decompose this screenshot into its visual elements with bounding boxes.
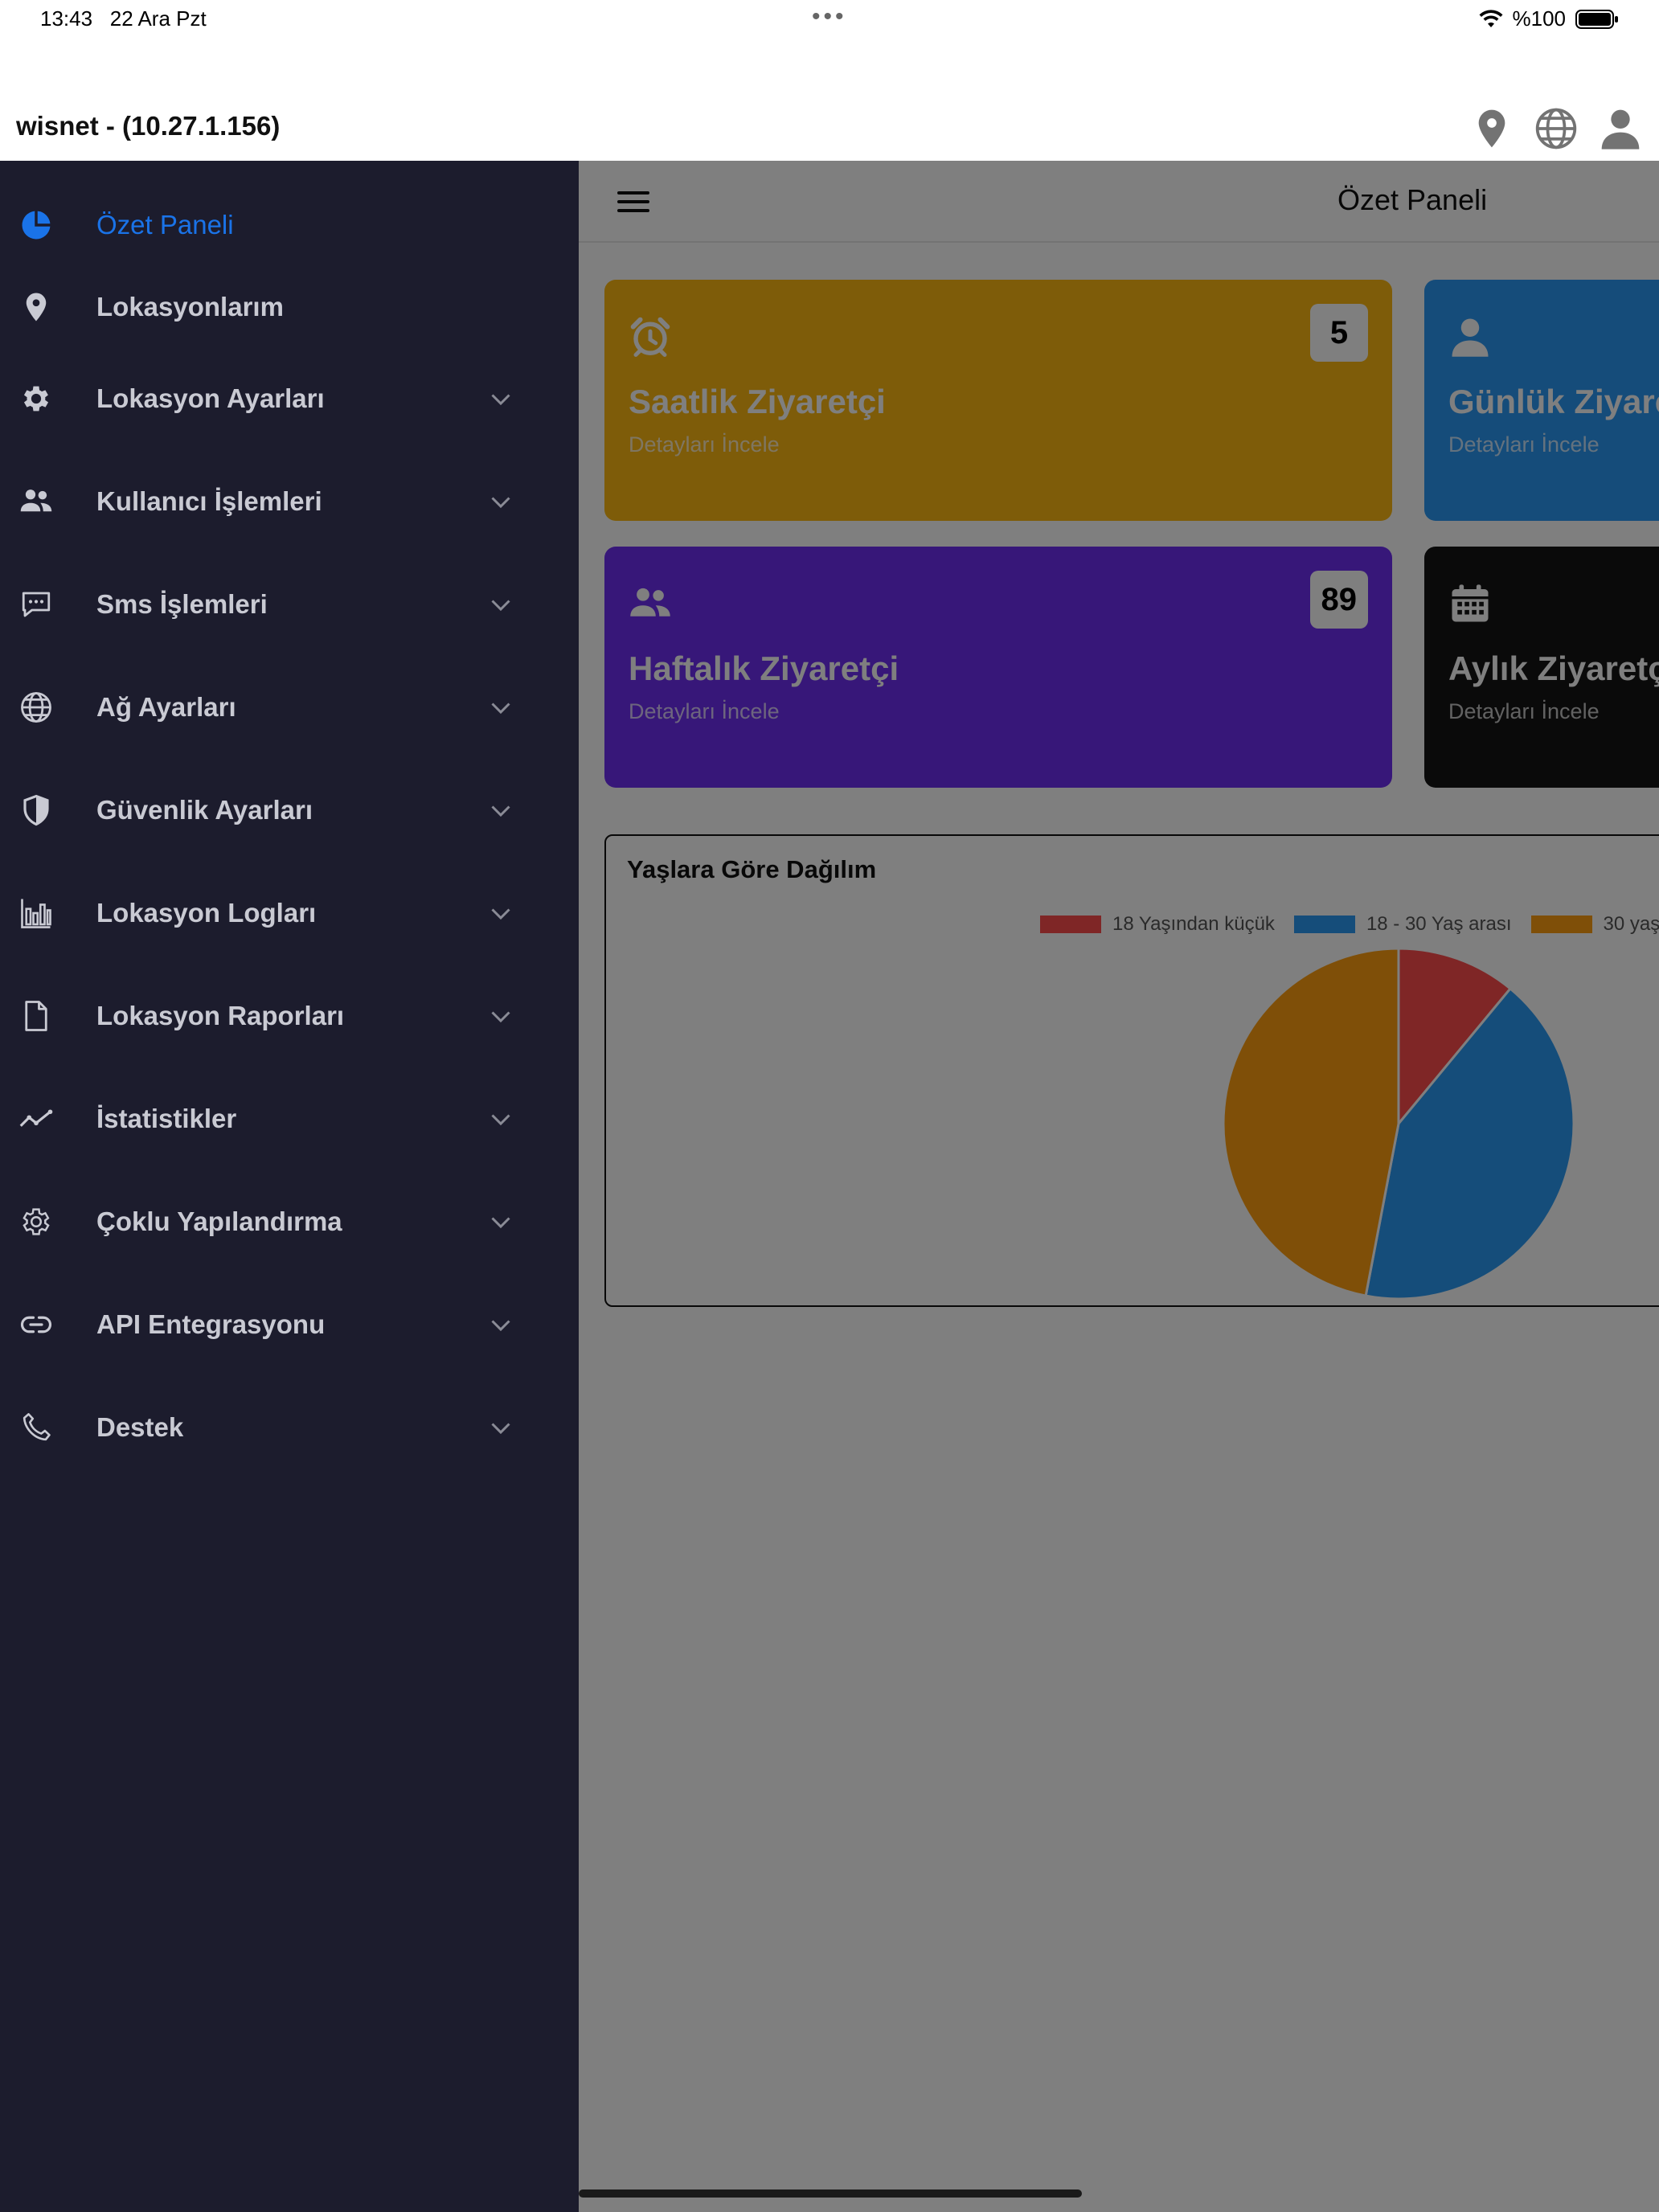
bar-chart-icon [19, 896, 53, 930]
sidebar-item-label: Sms İşlemleri [96, 589, 268, 619]
sidebar-item-lokasyon-ayarlari[interactable]: Lokasyon Ayarları [0, 358, 579, 439]
link-icon [19, 1308, 53, 1342]
chat-bubble-icon [19, 588, 53, 621]
status-clock: 13:43 [40, 6, 93, 31]
home-indicator [579, 2189, 1082, 2198]
gear-icon [19, 382, 53, 416]
sidebar-item-ag-ayarlari[interactable]: Ağ Ayarları [0, 667, 579, 748]
sidebar-item-label: Lokasyon Raporları [96, 1001, 345, 1030]
map-pin-icon[interactable] [1469, 106, 1514, 151]
sidebar-item-guvenlik-ayarlari[interactable]: Güvenlik Ayarları [0, 770, 579, 850]
map-pin-icon [19, 290, 53, 324]
sidebar-item-ozet-paneli[interactable]: Özet Paneli [0, 185, 579, 265]
globe-icon [19, 690, 53, 724]
sidebar-item-coklu-yapilandirma[interactable]: Çoklu Yapılandırma [0, 1182, 579, 1262]
shield-icon [19, 793, 53, 827]
sidebar-item-lokasyon-loglari[interactable]: Lokasyon Logları [0, 873, 579, 953]
users-icon [19, 485, 53, 518]
chevron-down-icon [491, 394, 510, 406]
sidebar-item-api-entegrasyonu[interactable]: API Entegrasyonu [0, 1284, 579, 1365]
sidebar-item-label: Çoklu Yapılandırma [96, 1206, 342, 1236]
sidebar-item-sms-islemleri[interactable]: Sms İşlemleri [0, 564, 579, 645]
sidebar-item-label: Kullanıcı İşlemleri [96, 486, 322, 516]
app-bar: wisnet - (10.27.1.156) [0, 88, 1659, 161]
status-indicators: %100 [1479, 6, 1620, 31]
app-title: wisnet - (10.27.1.156) [16, 111, 281, 141]
sidebar: Özet Paneli Lokasyonlarım Lokasyon Ayarl… [0, 161, 579, 2212]
battery-icon [1575, 9, 1618, 29]
sidebar-item-label: Ağ Ayarları [96, 692, 236, 722]
battery-percent: %100 [1512, 6, 1567, 31]
chevron-down-icon [491, 1320, 510, 1332]
sidebar-item-label: Destek [96, 1412, 184, 1442]
user-icon[interactable] [1598, 106, 1643, 151]
chevron-down-icon [491, 1011, 510, 1023]
chevron-down-icon [491, 1114, 510, 1126]
chevron-down-icon [491, 497, 510, 509]
status-time: 13:43 22 Ara Pzt [40, 6, 207, 31]
sidebar-item-label: Güvenlik Ayarları [96, 795, 313, 825]
sidebar-item-kullanici-islemleri[interactable]: Kullanıcı İşlemleri [0, 461, 579, 542]
status-date: 22 Ara Pzt [109, 6, 207, 31]
chevron-down-icon [491, 1423, 510, 1435]
drawer-scrim-overlay[interactable] [579, 161, 1659, 2212]
multitasking-dots-icon[interactable]: ••• [812, 3, 847, 31]
line-chart-icon [19, 1102, 53, 1136]
chevron-down-icon [491, 908, 510, 920]
sidebar-item-label: Lokasyon Logları [96, 898, 317, 928]
chevron-down-icon [491, 805, 510, 817]
gear-outline-icon [19, 1205, 53, 1239]
phone-icon [19, 1411, 53, 1444]
sidebar-item-label: API Entegrasyonu [96, 1309, 326, 1339]
sidebar-item-label: Lokasyon Ayarları [96, 383, 325, 413]
app-bar-actions [1469, 106, 1643, 151]
sidebar-item-istatistikler[interactable]: İstatistikler [0, 1079, 579, 1159]
sidebar-item-label: Özet Paneli [96, 210, 234, 240]
chevron-down-icon [491, 703, 510, 715]
sidebar-item-lokasyonlarim[interactable]: Lokasyonlarım [0, 267, 579, 347]
sidebar-item-destek[interactable]: Destek [0, 1387, 579, 1468]
sidebar-item-label: İstatistikler [96, 1104, 237, 1133]
pie-chart-icon [19, 208, 53, 242]
globe-icon[interactable] [1534, 106, 1579, 151]
chevron-down-icon [491, 600, 510, 612]
sidebar-item-lokasyon-raporlari[interactable]: Lokasyon Raporları [0, 976, 579, 1056]
chevron-down-icon [491, 1217, 510, 1229]
document-icon [19, 999, 53, 1033]
status-bar: 13:43 22 Ara Pzt ••• %100 [0, 0, 1659, 40]
wifi-icon [1479, 9, 1502, 27]
sidebar-item-label: Lokasyonlarım [96, 292, 284, 322]
